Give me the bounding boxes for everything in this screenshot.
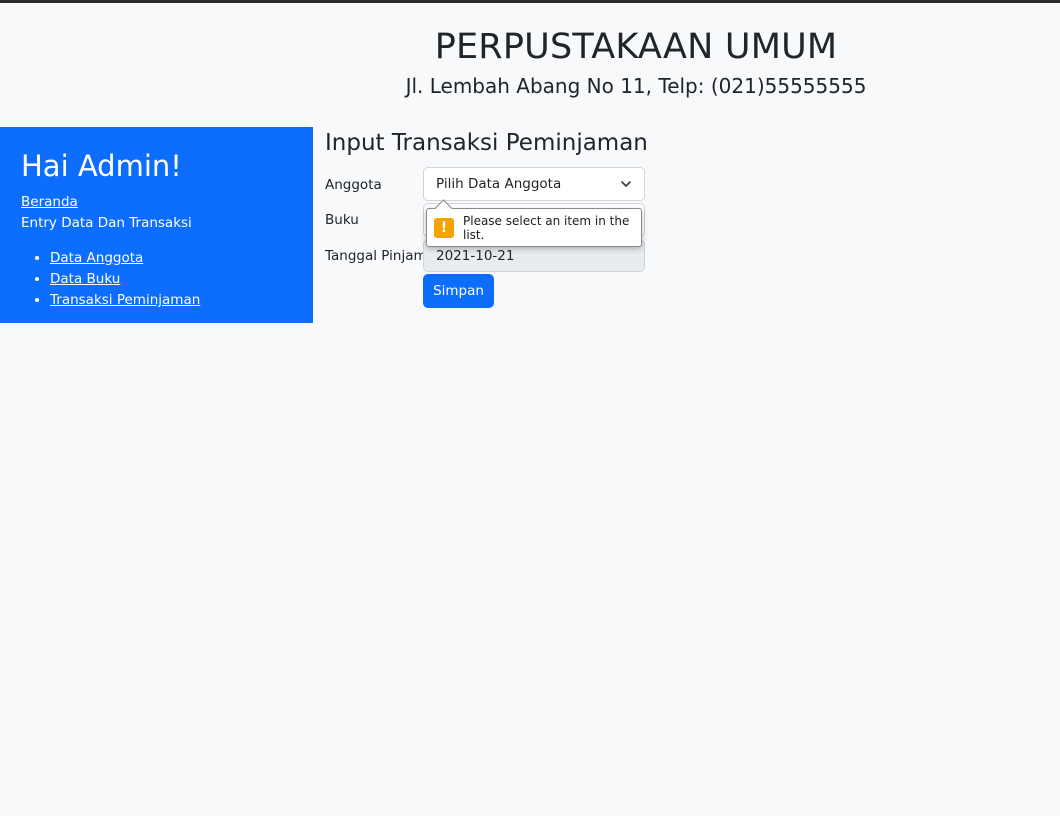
save-button[interactable]: Simpan [423,274,494,308]
member-select[interactable]: Pilih Data Anggota [423,167,645,201]
form-title: Input Transaksi Peminjaman [325,130,648,156]
validation-message: Please select an item in the list. [463,213,630,242]
library-address: Jl. Lembah Abang No 11, Telp: (021)55555… [405,74,867,98]
member-select-value: Pilih Data Anggota [436,176,562,192]
sidebar-item-data-buku: Data Buku [50,269,292,290]
loan-date-value: 2021-10-21 [436,247,515,264]
sidebar-menu: Data Anggota Data Buku Transaksi Peminja… [21,248,292,311]
sidebar-item-data-anggota: Data Anggota [50,248,292,269]
member-label: Anggota [325,177,382,193]
chevron-down-icon [620,178,632,190]
sidebar: Hai Admin! Beranda Entry Data Dan Transa… [0,127,313,323]
page-header: PERPUSTAKAAN UMUM Jl. Lembah Abang No 11… [313,24,959,100]
sidebar-greeting: Hai Admin! [21,149,182,183]
sidebar-link-home[interactable]: Beranda [21,192,292,213]
window-top-border [0,0,1060,3]
sidebar-section-title: Entry Data Dan Transaksi [21,215,192,231]
date-label: Tanggal Pinjam [325,248,427,264]
sidebar-link-data-buku[interactable]: Data Buku [50,271,120,287]
validation-tooltip: ! Please select an item in the list. [426,199,642,247]
main-content: Input Transaksi Peminjaman [325,128,1025,158]
book-label: Buku [325,212,359,228]
sidebar-link-data-anggota[interactable]: Data Anggota [50,250,143,266]
sidebar-link-transaksi-peminjaman[interactable]: Transaksi Peminjaman [50,292,200,308]
library-title: PERPUSTAKAAN UMUM [434,27,838,67]
sidebar-item-transaksi-peminjaman: Transaksi Peminjaman [50,290,292,311]
warning-icon: ! [434,217,454,238]
